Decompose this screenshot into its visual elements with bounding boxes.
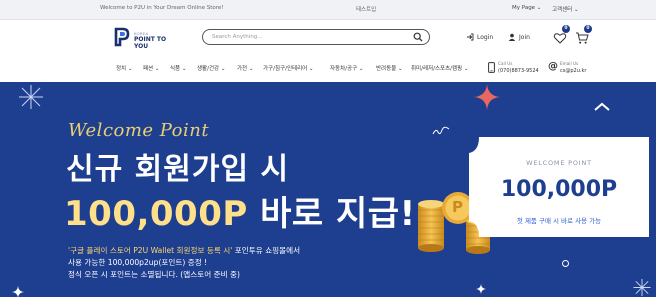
- customer-center-menu[interactable]: 고객센터 ⌄: [552, 5, 579, 13]
- coupon-value: 100,000P: [500, 177, 618, 202]
- welcome-message: Welcome to P2U in Your Dream Online Stor…: [100, 5, 224, 11]
- coupon-subtext: 첫 제품 구매 시 바로 사용 가능: [516, 217, 602, 225]
- logo-name: POINT TO YOU: [134, 36, 167, 50]
- nav-item-4[interactable]: 생활/건강 ⌄: [197, 64, 225, 72]
- login-button[interactable]: Login: [466, 33, 493, 41]
- email-us-label: Email Us: [560, 61, 579, 66]
- nav-item-6[interactable]: 가구/침구/인테리어 ⌄: [263, 64, 314, 72]
- coin-letter: P: [452, 198, 463, 216]
- at-icon: @: [548, 61, 558, 72]
- welcome-point-coupon: WELCOME POINT 100,000P 첫 제품 구매 시 바로 사용 가…: [469, 137, 649, 237]
- nav-item-5[interactable]: 가전 ⌄: [237, 64, 253, 72]
- coupon-label: WELCOME POINT: [526, 159, 592, 167]
- welcome-point-title: Welcome Point: [68, 120, 210, 141]
- nav-item-8[interactable]: 반려동물 ⌄: [376, 64, 403, 72]
- cart-count-badge: 0: [584, 25, 592, 33]
- squiggle-icon: [432, 126, 450, 135]
- nav-item-1[interactable]: 정치 ⌄: [116, 64, 132, 72]
- wishlist-button[interactable]: 0: [552, 25, 570, 46]
- reward-amount: 100,000P: [64, 194, 248, 234]
- desc-line-1: 포인투유 쇼핑몰에서: [232, 246, 301, 255]
- desc-line-2: 사용 가능한 100,000p2up(포인트) 증정 !: [68, 258, 208, 267]
- banner-description: '구글 플레이 스토어 P2U Wallet 회원정보 등록 시' 포인투유 쇼…: [68, 245, 300, 281]
- user-icon: [508, 33, 516, 41]
- chevron-up-icon: [594, 102, 610, 111]
- headline-signup: 신규 회원가입 시: [66, 152, 290, 187]
- star-icon: [474, 84, 500, 110]
- login-label: Login: [477, 33, 494, 41]
- search-bar[interactable]: Search Anything...: [202, 29, 430, 45]
- call-us-number: (070)8873-9524: [498, 68, 539, 74]
- site-logo[interactable]: KOREA POINT TO YOU: [114, 27, 180, 50]
- site-header: KOREA POINT TO YOU Search Anything... Lo…: [0, 20, 656, 54]
- category-nav: 정치 ⌄ 패션 ⌄ 식품 ⌄ 생활/건강 ⌄ 가전 ⌄ 가구/침구/인테리어 ⌄…: [0, 54, 656, 82]
- call-us-label: Call Us: [498, 61, 513, 66]
- join-button[interactable]: Join: [508, 33, 530, 41]
- search-icon[interactable]: [413, 32, 423, 42]
- desc-line-3: 정식 오픈 시 포인트는 소멸됩니다. (앱스토어 준비 중): [68, 270, 240, 279]
- test-link[interactable]: 테스트입: [356, 5, 376, 13]
- top-bar: Welcome to P2U in Your Dream Online Stor…: [0, 0, 656, 20]
- call-us[interactable]: Call Us (070)8873-9524: [488, 59, 540, 79]
- login-icon: [467, 33, 474, 41]
- p2u-logo-icon: [114, 27, 130, 47]
- reward-rest: 바로 지급!: [247, 194, 416, 234]
- circle-dot-icon: [562, 260, 569, 267]
- nav-item-7[interactable]: 자동차/공구 ⌄: [330, 64, 364, 72]
- phone-icon: [488, 62, 495, 73]
- search-input[interactable]: Search Anything...: [212, 34, 263, 40]
- my-page-menu[interactable]: My Page ⌄: [512, 5, 541, 11]
- desc-highlight: '구글 플레이 스토어 P2U Wallet 회원정보 등록 시': [68, 246, 233, 255]
- small-star-icon: [476, 284, 486, 294]
- headline-reward: 100,000P 바로 지급!: [64, 186, 416, 235]
- email-us[interactable]: @ Email Us cs@p2u.kr: [548, 59, 608, 79]
- small-star-icon: [12, 286, 24, 297]
- nav-item-9[interactable]: 취미/레저/스포츠/캠핑 ⌄: [411, 64, 468, 72]
- sparkle-icon: [633, 278, 651, 297]
- nav-item-3[interactable]: 식품 ⌄: [170, 64, 186, 72]
- cart-button[interactable]: 0: [574, 25, 592, 46]
- email-us-address: cs@p2u.kr: [560, 68, 587, 74]
- nav-item-2[interactable]: 패션 ⌄: [143, 64, 159, 72]
- wishlist-count-badge: 0: [562, 25, 570, 33]
- sparkle-icon: [19, 85, 43, 109]
- join-label: Join: [519, 33, 530, 41]
- welcome-point-banner[interactable]: Welcome Point 신규 회원가입 시 100,000P 바로 지급! …: [0, 82, 656, 297]
